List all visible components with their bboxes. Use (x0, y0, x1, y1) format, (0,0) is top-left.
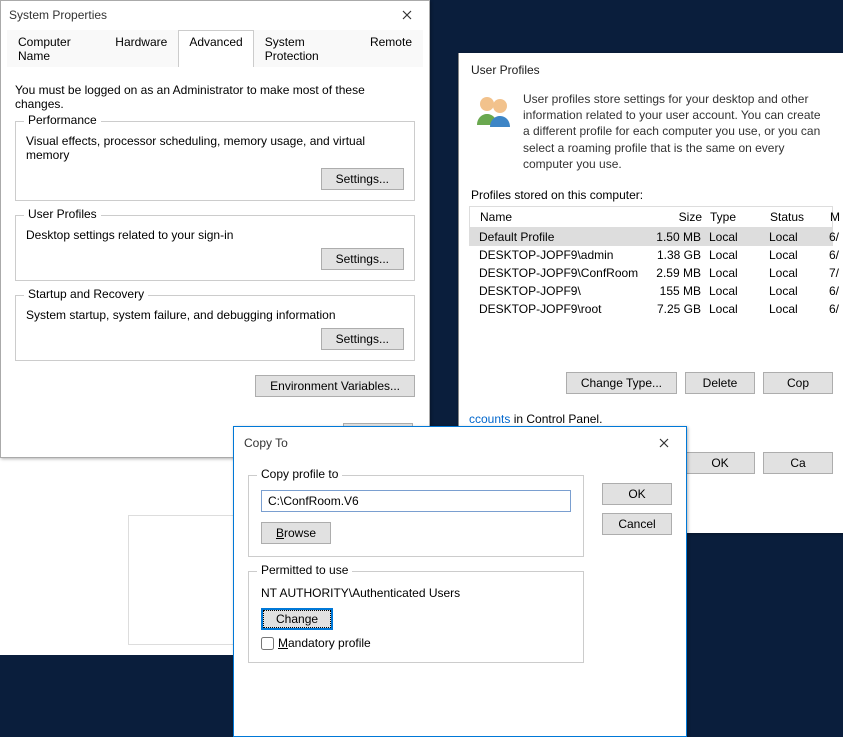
profiles-settings-button[interactable]: Settings... (321, 248, 404, 270)
col-name[interactable]: Name (480, 210, 650, 224)
admin-note: You must be logged on as an Administrato… (15, 83, 415, 111)
window-title: Copy To (244, 436, 288, 450)
mandatory-checkbox-input[interactable] (261, 637, 274, 650)
table-row[interactable]: Default Profile1.50 MBLocalLocal6/ (469, 228, 833, 246)
group-desc: Desktop settings related to your sign-in (26, 228, 404, 242)
user-accounts-link[interactable]: ccounts (469, 412, 510, 426)
mandatory-checkbox[interactable]: Mandatory profile (261, 636, 571, 650)
tab-hardware[interactable]: Hardware (104, 30, 178, 67)
group-user-profiles: User Profiles Desktop settings related t… (15, 215, 415, 281)
change-type-button[interactable]: Change Type... (566, 372, 677, 394)
col-modified[interactable]: M (830, 210, 843, 224)
profiles-info-row: User profiles store settings for your de… (459, 85, 843, 188)
tab-advanced[interactable]: Advanced (178, 30, 253, 67)
group-legend: Copy profile to (257, 467, 342, 481)
group-permitted: Permitted to use NT AUTHORITY\Authentica… (248, 571, 584, 663)
perf-settings-button[interactable]: Settings... (321, 168, 404, 190)
table-row[interactable]: DESKTOP-JOPF9\155 MBLocalLocal6/ (469, 282, 833, 300)
tab-remote[interactable]: Remote (359, 30, 423, 67)
group-legend: Startup and Recovery (24, 287, 148, 301)
col-status[interactable]: Status (770, 210, 830, 224)
startup-settings-button[interactable]: Settings... (321, 328, 404, 350)
table-row[interactable]: DESKTOP-JOPF9\admin1.38 GBLocalLocal6/ (469, 246, 833, 264)
ok-button[interactable]: OK (602, 483, 672, 505)
window-title: System Properties (9, 8, 107, 22)
table-header: Name Size Type Status M (469, 206, 833, 228)
window-title: User Profiles (459, 53, 843, 85)
group-legend: Performance (24, 113, 101, 127)
group-startup-recovery: Startup and Recovery System startup, sys… (15, 295, 415, 361)
system-properties-window: System Properties Computer Name Hardware… (0, 0, 430, 458)
copy-to-window: Copy To Copy profile to BBrowserowse Per… (233, 426, 687, 737)
tab-strip: Computer Name Hardware Advanced System P… (7, 29, 423, 67)
table-body: Default Profile1.50 MBLocalLocal6/ DESKT… (469, 228, 833, 318)
cancel-button[interactable]: Ca (763, 452, 833, 474)
profiles-button-row: Change Type... Delete Cop (459, 358, 843, 408)
cancel-button[interactable]: Cancel (602, 513, 672, 535)
profiles-info-text: User profiles store settings for your de… (523, 91, 829, 172)
group-legend: Permitted to use (257, 563, 352, 577)
col-type[interactable]: Type (710, 210, 770, 224)
titlebar: System Properties (1, 1, 429, 29)
table-row[interactable]: DESKTOP-JOPF9\root7.25 GBLocalLocal6/ (469, 300, 833, 318)
col-size[interactable]: Size (650, 210, 710, 224)
ok-button[interactable]: OK (685, 452, 755, 474)
close-button[interactable] (387, 5, 427, 25)
group-performance: Performance Visual effects, processor sc… (15, 121, 415, 201)
tab-body: You must be logged on as an Administrato… (1, 67, 429, 409)
path-input[interactable] (261, 490, 571, 512)
tab-system-protection[interactable]: System Protection (254, 30, 359, 67)
stored-label: Profiles stored on this computer: (459, 188, 843, 206)
table-row[interactable]: DESKTOP-JOPF9\ConfRoom2.59 MBLocalLocal7… (469, 264, 833, 282)
browse-button[interactable]: BBrowserowse (261, 522, 331, 544)
group-legend: User Profiles (24, 207, 101, 221)
delete-button[interactable]: Delete (685, 372, 755, 394)
copy-to-button[interactable]: Cop (763, 372, 833, 394)
close-button[interactable] (644, 433, 684, 453)
change-button[interactable]: Change (261, 608, 333, 630)
env-vars-button[interactable]: Environment Variables... (255, 375, 415, 397)
titlebar: Copy To (234, 427, 686, 459)
permitted-value: NT AUTHORITY\Authenticated Users (261, 586, 571, 600)
users-icon (473, 91, 513, 131)
close-icon (659, 438, 669, 448)
tab-computer-name[interactable]: Computer Name (7, 30, 104, 67)
group-desc: Visual effects, processor scheduling, me… (26, 134, 404, 162)
group-copy-profile: Copy profile to BBrowserowse (248, 475, 584, 557)
close-icon (402, 10, 412, 20)
group-desc: System startup, system failure, and debu… (26, 308, 404, 322)
